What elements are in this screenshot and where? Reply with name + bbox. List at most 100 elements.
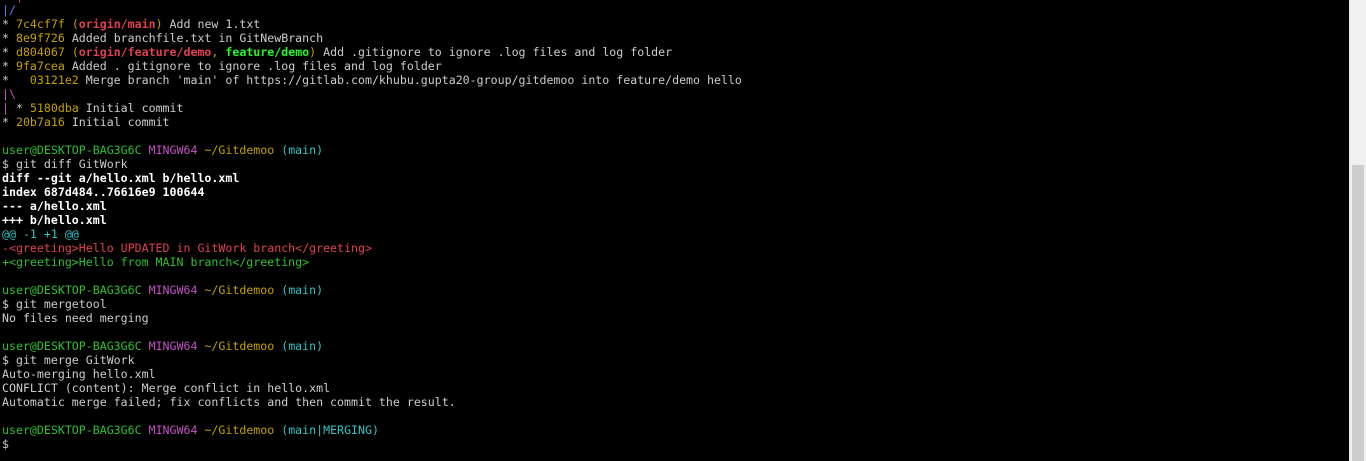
terminal-text: d804067 [15, 45, 72, 59]
terminal-line: diff --git a/hello.xml b/hello.xml [2, 171, 1347, 185]
terminal-text: 275e4b7 [23, 0, 86, 3]
terminal-line: * 20b7a16 Initial commit [2, 115, 1347, 129]
terminal-text: Initial commit [85, 101, 184, 115]
terminal-text: ~/Gitdemoo [204, 143, 282, 157]
terminal-text: Add hello.xml in main branch [86, 0, 281, 3]
terminal-text: @@ -1 +1 @@ [2, 227, 79, 241]
terminal-text: ) [155, 17, 163, 31]
terminal-line: * 8e9f726 Added branchfile.txt in GitNew… [2, 31, 1347, 45]
terminal-text: ~/Gitdemoo [204, 283, 282, 297]
terminal-text: MINGW64 [148, 143, 205, 157]
terminal-line: * 7c4cf7f (origin/main) Add new 1.txt [2, 17, 1347, 31]
terminal-text: Add .gitignore to ignore .log files and … [316, 45, 673, 59]
terminal-text: ~/Gitdemoo [204, 423, 282, 437]
terminal-text: MINGW64 [148, 339, 205, 353]
terminal-line: Auto-merging hello.xml [2, 367, 1347, 381]
terminal-text: index 687d484..76616e9 100644 [2, 185, 205, 199]
terminal-line: +++ b/hello.xml [2, 213, 1347, 227]
terminal-line: Automatic merge failed; fix conflicts an… [2, 395, 1347, 409]
terminal-text: * [2, 45, 16, 59]
terminal-text: diff --git a/hello.xml b/hello.xml [2, 171, 240, 185]
terminal-text: user@DESKTOP-BAG3G6C [2, 423, 149, 437]
terminal-text: (main) [281, 283, 324, 297]
terminal-text: $ git merge GitWork [2, 353, 135, 367]
terminal-text: Automatic merge failed; fix conflicts an… [2, 395, 456, 409]
terminal-text: user@DESKTOP-BAG3G6C [2, 339, 149, 353]
terminal-text: (main) [281, 143, 324, 157]
terminal-text: Merge branch 'main' of https://gitlab.co… [85, 73, 742, 87]
terminal-line: |/ [2, 3, 1347, 17]
terminal-line: user@DESKTOP-BAG3G6C MINGW64 ~/Gitdemoo … [2, 143, 1347, 157]
terminal-text: * [2, 115, 16, 129]
terminal-text: * [15, 101, 30, 115]
terminal-text: origin/main [78, 17, 156, 31]
terminal-text: Added branchfile.txt in GitNewBranch [71, 31, 324, 45]
terminal-output: * | 275e4b7 Add hello.xml in main branch… [2, 0, 1347, 451]
terminal-text: ( [71, 45, 79, 59]
terminal-line: index 687d484..76616e9 100644 [2, 185, 1347, 199]
terminal-line: $ git mergetool [2, 297, 1347, 311]
terminal-text: No files need merging [2, 311, 149, 325]
terminal-text: 5180dba [29, 101, 86, 115]
terminal-line: user@DESKTOP-BAG3G6C MINGW64 ~/Gitdemoo … [2, 339, 1347, 353]
terminal-text: 7c4cf7f [15, 17, 72, 31]
terminal-text: +++ b/hello.xml [2, 213, 107, 227]
terminal-line: No files need merging [2, 311, 1347, 325]
terminal-text: (main|MERGING) [281, 423, 379, 437]
terminal-text: |\ [2, 87, 16, 101]
terminal-text: |/ [2, 3, 16, 17]
terminal-text: -<greeting>Hello UPDATED in GitWork bran… [2, 241, 372, 255]
terminal-text: +<greeting>Hello from MAIN branch</greet… [2, 255, 310, 269]
terminal-text: 03121e2 [29, 73, 86, 87]
terminal-text: MINGW64 [148, 423, 205, 437]
terminal-text: $ [2, 437, 9, 451]
terminal-text: MINGW64 [148, 283, 205, 297]
terminal-text: user@DESKTOP-BAG3G6C [2, 283, 149, 297]
terminal-line: $ git diff GitWork [2, 157, 1347, 171]
terminal-line: user@DESKTOP-BAG3G6C MINGW64 ~/Gitdemoo … [2, 423, 1347, 437]
terminal-text: $ git diff GitWork [2, 157, 128, 171]
terminal-text: , [211, 45, 226, 59]
terminal-text: 20b7a16 [15, 115, 72, 129]
terminal-line: @@ -1 +1 @@ [2, 227, 1347, 241]
terminal-line: |\ [2, 87, 1347, 101]
terminal-line: * 03121e2 Merge branch 'main' of https:/… [2, 73, 1347, 87]
scrollbar-thumb[interactable] [1352, 165, 1364, 461]
terminal-text: ~/Gitdemoo [204, 339, 282, 353]
terminal-text: CONFLICT (content): Merge conflict in he… [2, 381, 331, 395]
terminal-line: * 9fa7cea Added . gitignore to ignore .l… [2, 59, 1347, 73]
terminal-line: CONFLICT (content): Merge conflict in he… [2, 381, 1347, 395]
terminal-text: --- a/hello.xml [2, 199, 107, 213]
terminal-text: feature/demo [225, 45, 310, 59]
terminal-text: Add new 1.txt [162, 17, 261, 31]
terminal-text: origin/feature/demo [78, 45, 212, 59]
terminal-line: * d804067 (origin/feature/demo, feature/… [2, 45, 1347, 59]
terminal-window[interactable]: * | 275e4b7 Add hello.xml in main branch… [0, 0, 1366, 461]
terminal-text: Initial commit [71, 115, 170, 129]
terminal-text: * [2, 59, 16, 73]
terminal-text: ( [71, 17, 79, 31]
vertical-scrollbar[interactable] [1349, 0, 1366, 461]
terminal-text: Auto-merging hello.xml [2, 367, 156, 381]
terminal-line: $ [2, 437, 1347, 451]
terminal-text: Added . gitignore to ignore .log files a… [71, 59, 442, 73]
terminal-text: * [2, 31, 16, 45]
terminal-text: user@DESKTOP-BAG3G6C [2, 143, 149, 157]
terminal-text: 8e9f726 [15, 31, 72, 45]
terminal-line: $ git merge GitWork [2, 353, 1347, 367]
terminal-text: * [2, 73, 30, 87]
terminal-line: -<greeting>Hello UPDATED in GitWork bran… [2, 241, 1347, 255]
terminal-line: user@DESKTOP-BAG3G6C MINGW64 ~/Gitdemoo … [2, 283, 1347, 297]
terminal-text: | [16, 0, 23, 3]
terminal-line: +<greeting>Hello from MAIN branch</greet… [2, 255, 1347, 269]
terminal-text: * [2, 17, 16, 31]
terminal-text: (main) [281, 339, 324, 353]
terminal-text: 9fa7cea [15, 59, 72, 73]
terminal-line: --- a/hello.xml [2, 199, 1347, 213]
terminal-line: | * 5180dba Initial commit [2, 101, 1347, 115]
terminal-text: $ git mergetool [2, 297, 107, 311]
